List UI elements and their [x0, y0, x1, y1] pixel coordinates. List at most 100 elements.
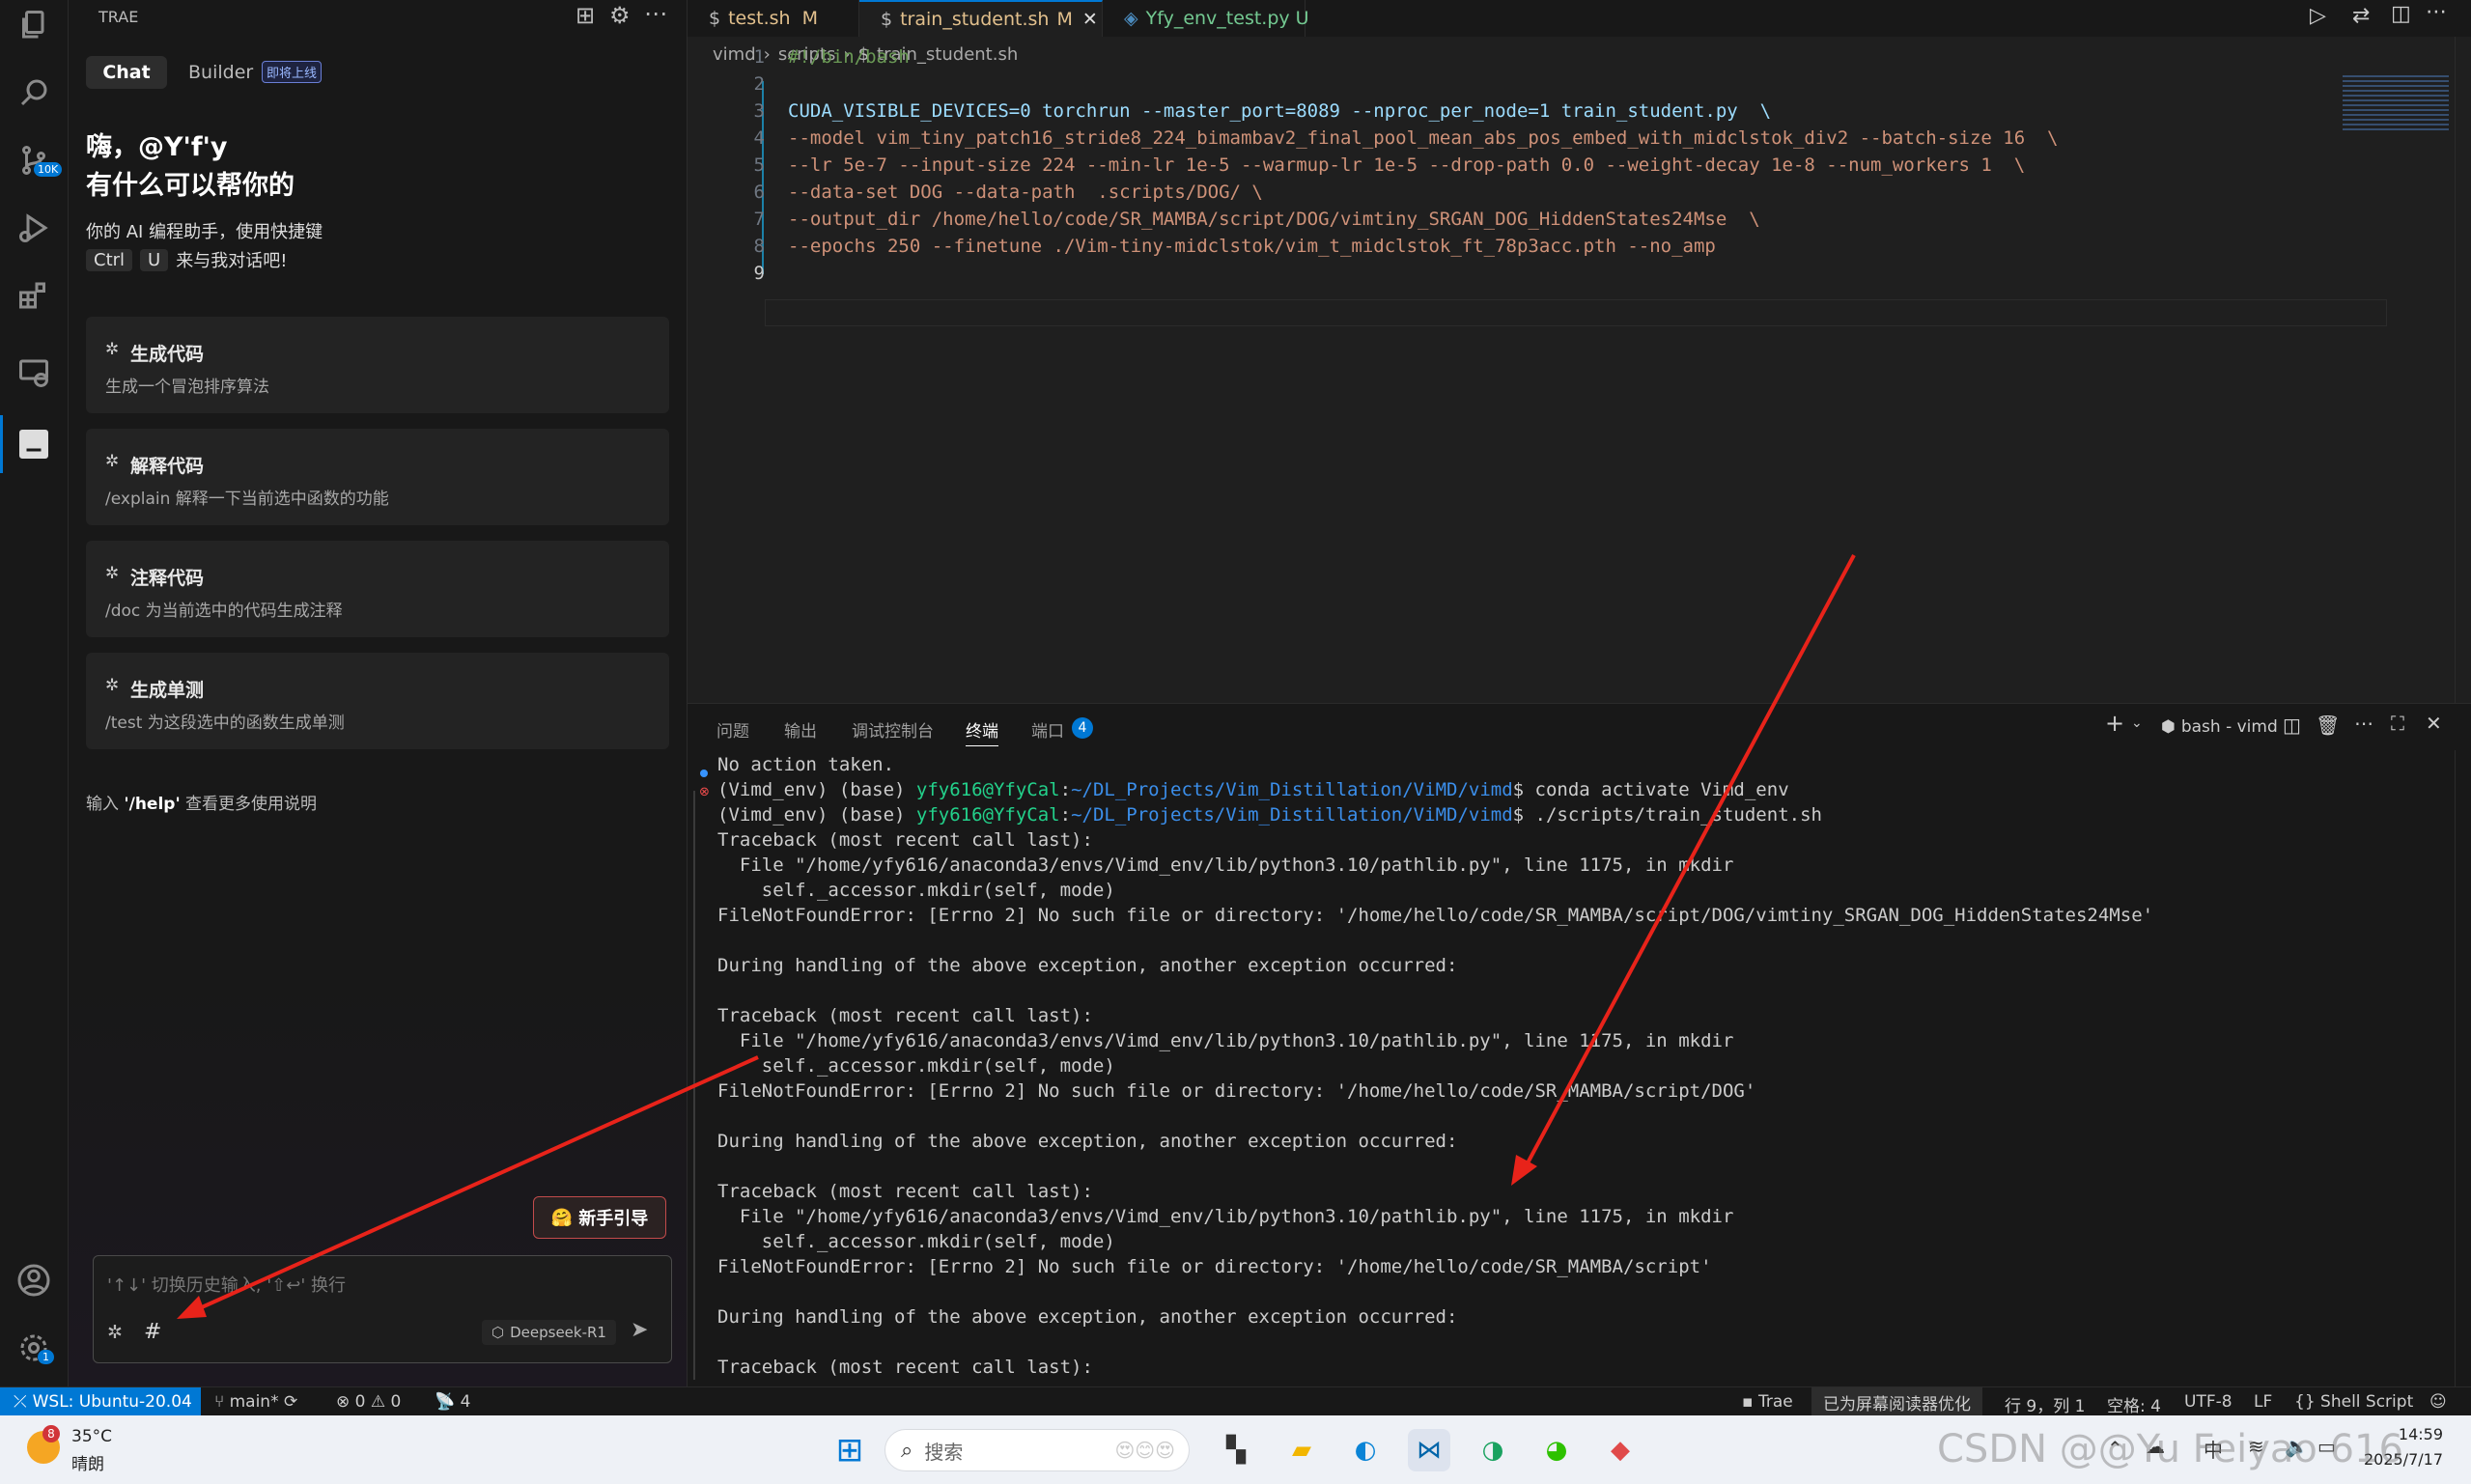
- builder-badge: 即将上线: [262, 61, 323, 83]
- edge-browser-icon[interactable]: ◐: [1344, 1429, 1387, 1471]
- chevron-down-icon[interactable]: ⌄: [2131, 715, 2143, 731]
- gear-icon[interactable]: ⚙: [609, 2, 631, 29]
- trae-chat-icon[interactable]: [14, 425, 53, 463]
- terminal-selector[interactable]: ⬢ bash - vimd: [2161, 717, 2278, 737]
- send-icon[interactable]: ➤: [631, 1318, 648, 1342]
- terminal-scrollbar[interactable]: [2455, 750, 2471, 1387]
- remote-explorer-icon[interactable]: [14, 353, 53, 392]
- minimap[interactable]: [2343, 75, 2449, 133]
- start-button-icon[interactable]: ⊞: [828, 1429, 871, 1471]
- new-chat-icon[interactable]: ⊞: [576, 2, 595, 29]
- card-desc: /doc 为当前选中的代码生成注释: [105, 602, 343, 621]
- account-icon[interactable]: [14, 1261, 53, 1300]
- explorer-icon[interactable]: [14, 6, 53, 44]
- card-explain-code[interactable]: ✲ 解释代码 /explain 解释一下当前选中函数的功能: [86, 429, 669, 525]
- model-label: Deepseek-R1: [510, 1324, 606, 1341]
- help-hint: 输入 '/help' 查看更多使用说明: [86, 790, 317, 814]
- terminal-line: self._accessor.mkdir(self, mode): [717, 1231, 1115, 1252]
- chat-input-placeholder[interactable]: '↑↓' 切换历史输入, '⇧↩' 换行: [107, 1272, 346, 1297]
- editor-scrollbar[interactable]: [2455, 37, 2471, 703]
- sparkle-icon: ✲: [105, 676, 120, 695]
- copilot-icon[interactable]: ☺: [2429, 1392, 2447, 1412]
- line-ending[interactable]: LF: [2254, 1392, 2272, 1412]
- card-generate-tests[interactable]: ✲ 生成单测 /test 为这段选中的函数生成单测: [86, 653, 669, 749]
- remote-icon: ⤫: [14, 1392, 27, 1412]
- search-icon: ⌕: [901, 1438, 913, 1463]
- maximize-panel-icon[interactable]: ⛶: [2391, 712, 2404, 735]
- sparkle-icon[interactable]: ✲: [107, 1322, 123, 1343]
- temperature[interactable]: 35°C: [71, 1427, 112, 1446]
- more-icon[interactable]: ⋯: [2354, 712, 2373, 735]
- colorful-app-icon[interactable]: ◆: [1599, 1429, 1642, 1471]
- code-line: --output_dir /home/hello/code/SR_MAMBA/s…: [788, 209, 1760, 230]
- close-icon[interactable]: ✕: [1082, 9, 1098, 30]
- line-number: 3: [753, 100, 765, 122]
- beginner-guide-button[interactable]: 🤗 新手引导: [533, 1196, 666, 1239]
- card-title: 生成单测: [130, 680, 205, 701]
- more-icon[interactable]: ⋯: [644, 0, 667, 27]
- source-control-icon[interactable]: 10K: [14, 141, 63, 180]
- terminal-line: Traceback (most recent call last):: [717, 1005, 1093, 1026]
- trash-icon[interactable]: 🗑: [2316, 714, 2340, 737]
- tab-yfy-env-test-py[interactable]: ◈ Yfy_env_test.py U: [1103, 0, 1309, 37]
- sparkle-icon: ✲: [105, 340, 120, 359]
- tab-chat[interactable]: Chat: [86, 56, 167, 89]
- extensions-icon[interactable]: [14, 276, 53, 315]
- remote-indicator[interactable]: ⤫ WSL: Ubuntu-20.04: [0, 1387, 201, 1416]
- weather-text[interactable]: 晴朗: [71, 1450, 104, 1474]
- shell-file-icon: $: [709, 8, 721, 29]
- line-number: 2: [753, 73, 765, 95]
- card-title: 注释代码: [130, 568, 205, 589]
- taskbar-search[interactable]: ⌕ 搜索 😍😊😍: [885, 1429, 1190, 1471]
- card-generate-code[interactable]: ✲ 生成代码 生成一个冒泡排序算法: [86, 317, 669, 413]
- task-view-icon[interactable]: ▚: [1215, 1429, 1257, 1471]
- search-icon[interactable]: [14, 73, 53, 112]
- close-panel-icon[interactable]: ✕: [2426, 712, 2442, 735]
- shell-file-icon: $: [881, 9, 893, 30]
- app-green-icon[interactable]: ◑: [1472, 1429, 1514, 1471]
- tab-ports[interactable]: 端口: [1031, 717, 1064, 742]
- warning-icon: ⚠: [370, 1392, 386, 1412]
- file-explorer-icon[interactable]: ▰: [1280, 1429, 1323, 1471]
- more-actions-icon[interactable]: ⋯: [2426, 0, 2447, 24]
- wechat-icon[interactable]: ◕: [1535, 1429, 1578, 1471]
- model-selector[interactable]: ⬡ Deepseek-R1: [482, 1320, 616, 1345]
- cursor-position[interactable]: 行 9，列 1: [2005, 1392, 2085, 1416]
- compare-icon[interactable]: ⇄: [2352, 4, 2370, 28]
- tab-train-student-sh[interactable]: $ train_student.sh M ✕: [859, 0, 1103, 37]
- screen-reader-status[interactable]: 已为屏幕阅读器优化: [1811, 1387, 1982, 1416]
- chat-input-box[interactable]: '↑↓' 切换历史输入, '⇧↩' 换行 ✲ # ⬡ Deepseek-R1 ➤: [93, 1255, 672, 1363]
- settings-gear-icon[interactable]: 1: [14, 1329, 54, 1367]
- terminal-line: File "/home/yfy616/anaconda3/envs/Vimd_e…: [717, 1030, 1734, 1051]
- shortcut-suffix: 来与我对话吧!: [176, 251, 288, 271]
- card-comment-code[interactable]: ✲ 注释代码 /doc 为当前选中的代码生成注释: [86, 541, 669, 637]
- terminal-line: Traceback (most recent call last):: [717, 1357, 1093, 1378]
- branch-status[interactable]: ⑂ main* ⟳: [214, 1392, 297, 1412]
- terminal-line: File "/home/yfy616/anaconda3/envs/Vimd_e…: [717, 1206, 1734, 1227]
- problems-status[interactable]: ⊗ 0 ⚠ 0: [336, 1392, 401, 1412]
- language-mode[interactable]: {} Shell Script: [2294, 1392, 2413, 1412]
- split-editor-icon[interactable]: ◫: [2391, 2, 2411, 26]
- tab-test-sh[interactable]: $ test.sh M: [688, 0, 859, 37]
- card-desc: 生成一个冒泡排序算法: [105, 378, 269, 397]
- indentation[interactable]: 空格: 4: [2107, 1392, 2161, 1416]
- split-terminal-icon[interactable]: ◫: [2283, 714, 2301, 737]
- tab-terminal[interactable]: 终端: [966, 717, 998, 746]
- hash-context-button[interactable]: #: [144, 1320, 161, 1344]
- tab-debug-console[interactable]: 调试控制台: [852, 717, 934, 742]
- run-icon[interactable]: ▷: [2310, 4, 2326, 28]
- vscode-icon[interactable]: ⋈: [1408, 1429, 1450, 1471]
- terminal-line: (Vimd_env) (base) yfy616@YfyCal:~/DL_Pro…: [717, 779, 1789, 800]
- new-terminal-icon[interactable]: +: [2105, 710, 2124, 737]
- encoding[interactable]: UTF-8: [2184, 1392, 2232, 1412]
- run-debug-icon[interactable]: [14, 209, 53, 247]
- tab-problems[interactable]: 问题: [716, 717, 749, 742]
- ports-status[interactable]: 📡 4: [435, 1392, 470, 1412]
- trae-status[interactable]: ▪ Trae: [1742, 1392, 1793, 1412]
- tab-output[interactable]: 输出: [784, 717, 817, 742]
- code-editor[interactable]: vimd › scripts › $ train_student.sh 1 2 3 …: [688, 37, 2471, 703]
- ports-count: 4: [460, 1392, 471, 1412]
- current-line-highlight: [765, 299, 2387, 326]
- tab-builder[interactable]: Builder: [188, 62, 253, 83]
- tab-label: train_student.sh: [900, 9, 1050, 30]
